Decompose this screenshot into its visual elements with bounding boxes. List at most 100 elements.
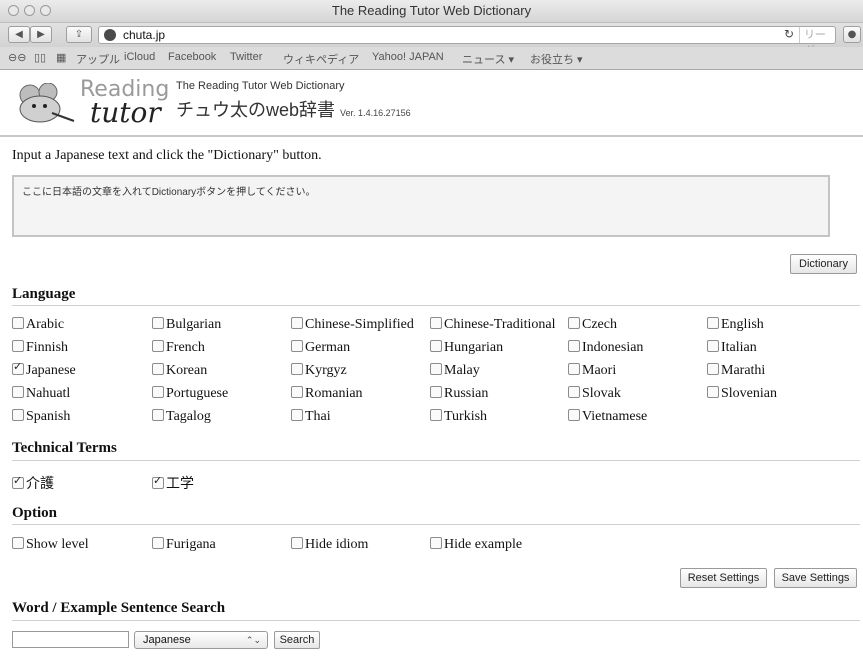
- checkbox-icon: [707, 317, 719, 329]
- language-checkbox-slovenian[interactable]: Slovenian: [707, 386, 777, 402]
- language-checkbox-malay[interactable]: Malay: [430, 363, 480, 379]
- header-divider: [0, 135, 863, 137]
- language-checkbox-japanese[interactable]: Japanese: [12, 360, 76, 379]
- language-checkbox-vietnamese[interactable]: Vietnamese: [568, 409, 647, 425]
- option-hide-example[interactable]: Hide example: [430, 537, 522, 553]
- word-search-input[interactable]: [12, 631, 129, 648]
- bookmark-item[interactable]: お役立ち ▾: [530, 51, 583, 67]
- checkbox-icon: [152, 386, 164, 398]
- language-label: Slovak: [582, 386, 621, 401]
- checkbox-icon: [152, 340, 164, 352]
- checkbox-icon: [12, 409, 24, 421]
- language-checkbox-portuguese[interactable]: Portuguese: [152, 386, 228, 402]
- checkbox-icon: [430, 386, 442, 398]
- term-checkbox-kaigo[interactable]: 介護: [12, 473, 54, 493]
- technical-terms-divider: [12, 460, 860, 461]
- checkbox-icon: [430, 317, 442, 329]
- language-checkbox-chinese-traditional[interactable]: Chinese-Traditional: [430, 317, 555, 333]
- browser-toolbar: ◀ ▶ ⇪ chuta.jp ↻ リーダー ●: [0, 23, 863, 57]
- language-label: Turkish: [444, 409, 488, 424]
- share-button[interactable]: ⇪: [66, 26, 92, 43]
- address-bar[interactable]: chuta.jp ↻ リーダー: [98, 26, 836, 57]
- language-checkbox-nahuatl[interactable]: Nahuatl: [12, 386, 70, 402]
- text-input-placeholder: ここに日本語の文章を入れてDictionaryボタンを押してください。: [22, 187, 316, 198]
- reader-button[interactable]: リーダー: [799, 27, 835, 57]
- search-divider: [12, 620, 860, 621]
- save-settings-button[interactable]: Save Settings: [774, 568, 857, 588]
- language-checkbox-thai[interactable]: Thai: [291, 409, 331, 425]
- language-label: Czech: [582, 317, 617, 332]
- option-furigana[interactable]: Furigana: [152, 537, 216, 553]
- checkbox-icon: [291, 363, 303, 375]
- option-hide-idiom[interactable]: Hide idiom: [291, 537, 368, 553]
- language-checkbox-italian[interactable]: Italian: [707, 340, 757, 356]
- language-label: English: [721, 317, 764, 332]
- checkbox-icon: [430, 537, 442, 549]
- term-checkbox-kougaku[interactable]: 工学: [152, 473, 194, 493]
- site-name-english: The Reading Tutor Web Dictionary: [176, 80, 345, 92]
- bookmark-item[interactable]: Yahoo! JAPAN: [372, 51, 444, 63]
- language-checkbox-tagalog[interactable]: Tagalog: [152, 409, 211, 425]
- japanese-text-input[interactable]: ここに日本語の文章を入れてDictionaryボタンを押してください。: [12, 175, 830, 237]
- language-checkbox-bulgarian[interactable]: Bulgarian: [152, 317, 221, 333]
- reset-settings-button[interactable]: Reset Settings: [680, 568, 767, 588]
- language-checkbox-romanian[interactable]: Romanian: [291, 386, 363, 402]
- language-label: Romanian: [305, 386, 363, 401]
- bookmarks-book-icon[interactable]: ▯▯: [34, 51, 46, 64]
- language-checkbox-czech[interactable]: Czech: [568, 317, 617, 333]
- top-sites-grid-icon[interactable]: ▦: [56, 51, 66, 64]
- checkbox-icon: [12, 340, 24, 352]
- back-button[interactable]: ◀: [8, 26, 30, 43]
- checkbox-icon: [291, 537, 303, 549]
- language-checkbox-english[interactable]: English: [707, 317, 764, 333]
- language-checkbox-slovak[interactable]: Slovak: [568, 386, 621, 402]
- dictionary-button[interactable]: Dictionary: [790, 254, 857, 274]
- language-checkbox-russian[interactable]: Russian: [430, 386, 488, 402]
- bookmark-item[interactable]: アップル: [76, 51, 120, 67]
- checkbox-icon: [707, 340, 719, 352]
- version-label: Ver. 1.4.16.27156: [340, 108, 411, 118]
- language-checkbox-finnish[interactable]: Finnish: [12, 340, 68, 356]
- mouse-logo-icon: [19, 83, 75, 123]
- site-name-jp-text: チュウ太のweb辞書: [176, 100, 336, 120]
- bookmark-item[interactable]: iCloud: [124, 51, 155, 63]
- language-checkbox-maori[interactable]: Maori: [568, 363, 616, 379]
- language-label: Nahuatl: [26, 386, 71, 401]
- language-checkbox-arabic[interactable]: Arabic: [12, 317, 64, 333]
- language-checkbox-turkish[interactable]: Turkish: [430, 409, 487, 425]
- bookmark-item[interactable]: Facebook: [168, 51, 216, 63]
- language-label: Japanese: [26, 363, 76, 378]
- checkbox-icon: [707, 363, 719, 375]
- language-checkbox-german[interactable]: German: [291, 340, 350, 356]
- option-show-level[interactable]: Show level: [12, 537, 89, 553]
- language-checkbox-marathi[interactable]: Marathi: [707, 363, 765, 379]
- language-checkbox-spanish[interactable]: Spanish: [12, 409, 70, 425]
- checkbox-icon: [568, 317, 580, 329]
- language-checkbox-french[interactable]: French: [152, 340, 205, 356]
- bookmark-item[interactable]: Twitter: [230, 51, 262, 63]
- language-checkbox-korean[interactable]: Korean: [152, 363, 207, 379]
- bookmark-item[interactable]: ウィキペディア: [283, 51, 359, 67]
- select-arrows-icon: ⌃⌄: [245, 635, 261, 645]
- search-language-select[interactable]: Japanese ⌃⌄: [134, 631, 268, 649]
- language-checkbox-indonesian[interactable]: Indonesian: [568, 340, 643, 356]
- reading-list-icon[interactable]: ⊖⊖: [8, 51, 26, 64]
- url-text: chuta.jp: [123, 28, 166, 42]
- language-checkbox-kyrgyz[interactable]: Kyrgyz: [291, 363, 347, 379]
- language-checkbox-hungarian[interactable]: Hungarian: [430, 340, 503, 356]
- language-checkbox-chinese-simplified[interactable]: Chinese-Simplified: [291, 317, 414, 333]
- option-divider: [12, 524, 860, 525]
- search-button[interactable]: Search: [274, 631, 320, 649]
- forward-button[interactable]: ▶: [30, 26, 52, 43]
- bookmark-item[interactable]: ニュース ▾: [462, 51, 514, 67]
- language-label: Spanish: [26, 409, 71, 424]
- window-titlebar: The Reading Tutor Web Dictionary: [0, 0, 863, 23]
- extension-button[interactable]: ●: [843, 26, 861, 43]
- checkbox-icon: [152, 317, 164, 329]
- select-value: Japanese: [143, 634, 191, 646]
- option-label: Furigana: [166, 537, 216, 552]
- logo-tutor-text: tutor: [90, 96, 161, 129]
- reload-icon[interactable]: ↻: [784, 27, 794, 41]
- share-icon: ⇪: [74, 29, 84, 40]
- checkbox-icon: [291, 340, 303, 352]
